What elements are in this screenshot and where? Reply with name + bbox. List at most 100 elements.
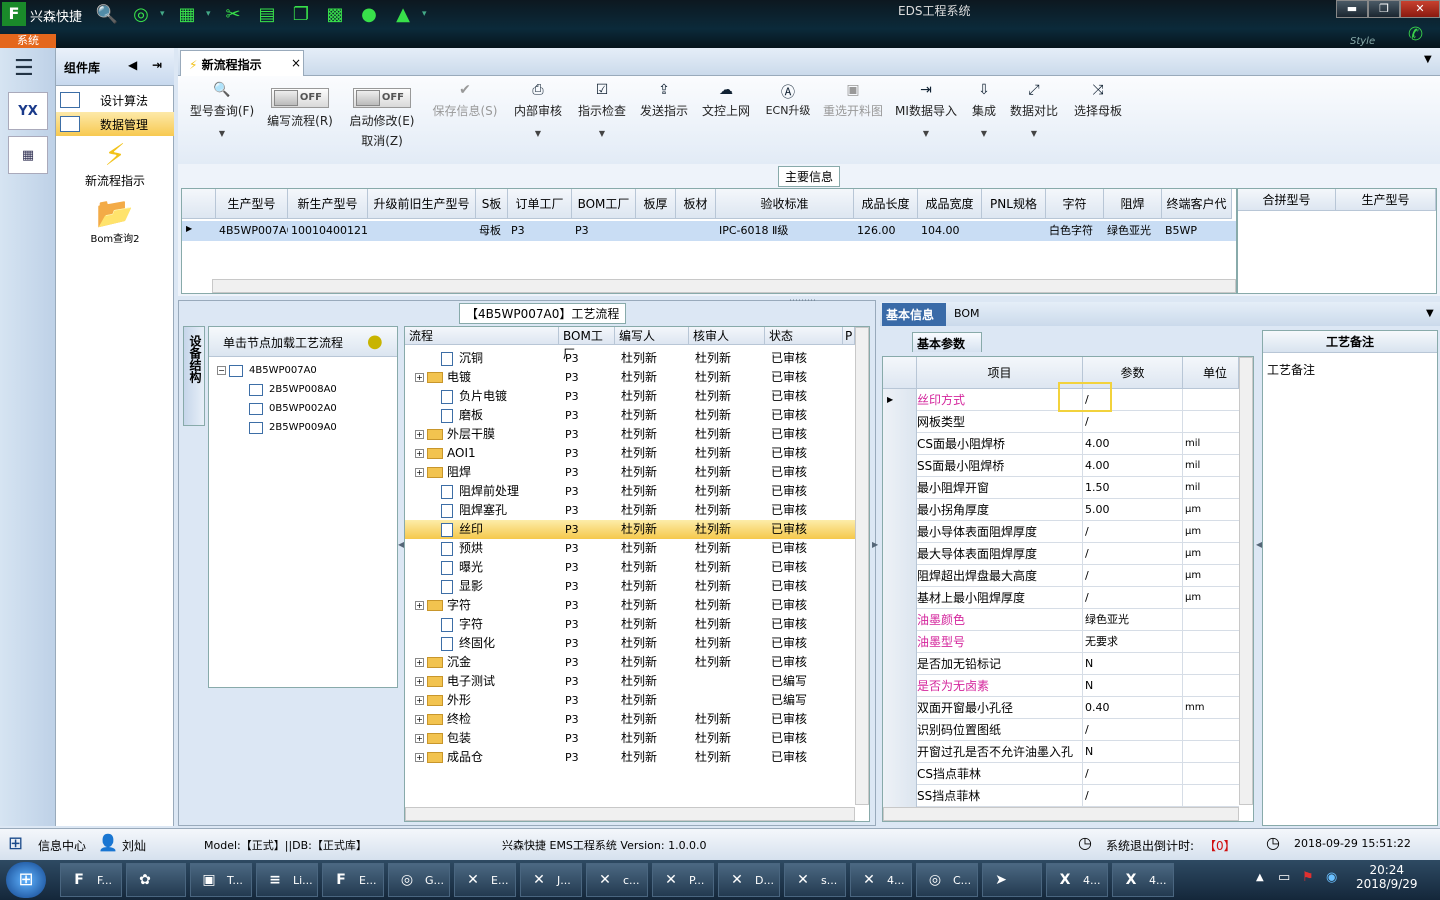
start-button[interactable]: ⊞ <box>6 862 46 898</box>
ecn-upgrade-button[interactable]: Ⓐ ECN升级 <box>760 82 816 118</box>
param-value[interactable]: 绿色亚光 <box>1083 609 1183 631</box>
column-header[interactable]: 阻焊 <box>1104 189 1162 219</box>
column-header[interactable]: 板材 <box>676 189 716 219</box>
table-row[interactable]: 终固化 P3 杜列新 杜列新 已审核 <box>405 634 855 653</box>
param-value[interactable]: 1.50 <box>1083 477 1183 499</box>
tree-node-child[interactable]: 2B5WP009A0 <box>249 418 337 437</box>
column-header[interactable]: 板厚 <box>636 189 676 219</box>
column-header[interactable]: 新生产型号 <box>288 189 368 219</box>
taskbar-item[interactable]: ◎ C... <box>916 863 978 897</box>
data-compare-button[interactable]: ⤢ 数据对比 ▼ <box>1008 82 1060 138</box>
table-cell[interactable] <box>636 221 676 241</box>
param-value[interactable]: / <box>1083 719 1183 741</box>
table-cell[interactable]: 4B5WP007A0 <box>216 221 288 241</box>
taskbar-item[interactable]: ✕ 4... <box>850 863 912 897</box>
expand-icon[interactable]: + <box>415 734 424 743</box>
speech-bubble-icon[interactable]: ● <box>367 331 383 352</box>
taskbar-item[interactable]: ✕ s... <box>784 863 846 897</box>
param-value[interactable]: N <box>1083 741 1183 763</box>
expand-icon[interactable]: + <box>415 753 424 762</box>
table-cell[interactable] <box>982 221 1046 241</box>
table-row[interactable]: 最小阻焊开窗 1.50 mil <box>883 477 1239 499</box>
yx-logo-icon[interactable]: YX <box>8 92 48 130</box>
table-row[interactable]: 基材上最小阻焊厚度 / μm <box>883 587 1239 609</box>
column-header[interactable]: 验收标准 <box>716 189 854 219</box>
scissors-icon[interactable]: ✂ <box>218 2 248 26</box>
system-menu-button[interactable]: 系统 <box>0 34 56 48</box>
param-value[interactable]: / <box>1083 587 1183 609</box>
tab-bom[interactable]: BOM <box>954 307 980 320</box>
table-cell[interactable]: P3 <box>508 221 572 241</box>
column-header[interactable]: 字符 <box>1046 189 1104 219</box>
toggle-switch[interactable]: OFF <box>353 88 411 108</box>
table-row[interactable]: 阻焊前处理 P3 杜列新 杜列新 已审核 <box>405 482 855 501</box>
table-row[interactable]: + 外层干膜 P3 杜列新 杜列新 已审核 <box>405 425 855 444</box>
table-row[interactable]: 最小拐角厚度 5.00 μm <box>883 499 1239 521</box>
param-value[interactable]: 无要求 <box>1083 631 1183 653</box>
pin-icon[interactable]: ⇥ <box>152 58 162 72</box>
column-header[interactable]: 编写人 <box>615 327 689 345</box>
copy-icon[interactable]: ❐ <box>286 2 316 26</box>
table-row[interactable]: 最小导体表面阻焊厚度 / μm <box>883 521 1239 543</box>
param-value[interactable]: / <box>1083 785 1183 807</box>
comp-item-data-management[interactable]: 数据管理 <box>56 112 174 136</box>
table-row[interactable]: 沉铜 P3 杜列新 杜列新 已审核 <box>405 349 855 368</box>
table-cell[interactable]: 母板 <box>476 221 508 241</box>
tree-node-root[interactable]: − 4B5WP007A0 <box>217 361 317 380</box>
windows-grid-icon[interactable]: ⊞ <box>8 833 23 854</box>
param-value[interactable]: / <box>1083 521 1183 543</box>
table-row[interactable]: + 字符 P3 杜列新 杜列新 已审核 <box>405 596 855 615</box>
column-header[interactable]: 状态 <box>765 327 843 345</box>
expand-icon[interactable]: + <box>415 449 424 458</box>
style-label[interactable]: Style <box>1350 36 1375 47</box>
combined-model-grid[interactable]: 合拼型号 生产型号 <box>1237 188 1437 294</box>
tree-node-child[interactable]: 0B5WP002A0 <box>249 399 337 418</box>
param-value[interactable]: 5.00 <box>1083 499 1183 521</box>
param-value[interactable]: / <box>1083 565 1183 587</box>
table-row[interactable]: 曝光 P3 杜列新 杜列新 已审核 <box>405 558 855 577</box>
table-cell[interactable]: 126.00 <box>854 221 918 241</box>
table-row[interactable]: 阻焊塞孔 P3 杜列新 杜列新 已审核 <box>405 501 855 520</box>
comp-item-design-algorithm[interactable]: 设计算法 <box>56 88 174 112</box>
table-cell[interactable] <box>368 221 476 241</box>
send-instruction-button[interactable]: ⇪ 发送指示 <box>636 82 692 119</box>
horizontal-scrollbar[interactable] <box>212 279 1236 293</box>
expand-icon[interactable]: + <box>415 601 424 610</box>
param-value[interactable]: 4.00 <box>1083 455 1183 477</box>
tab-new-flow[interactable]: ⚡ 新流程指示 × <box>180 50 304 76</box>
table-row[interactable]: 字符 P3 杜列新 杜列新 已审核 <box>405 615 855 634</box>
tab-close-icon[interactable]: × <box>291 56 301 70</box>
params-grid[interactable]: 项目 参数 单位 ▶ 丝印方式 / 网板类型 / CS面最小阻焊桥 4.00 mil SS面最小… <box>882 356 1254 822</box>
cancel-label[interactable]: 取消(Z) <box>344 132 420 149</box>
select-template-button[interactable]: ⤨ 选择母板 <box>1070 82 1126 119</box>
table-cell[interactable]: 白色字符 <box>1046 221 1104 241</box>
table-cell[interactable] <box>676 221 716 241</box>
param-value[interactable]: / <box>1083 411 1183 433</box>
table-row[interactable]: CS面最小阻焊桥 4.00 mil <box>883 433 1239 455</box>
table-row[interactable]: + 阻焊 P3 杜列新 杜列新 已审核 <box>405 463 855 482</box>
table-row[interactable]: 磨板 P3 杜列新 杜列新 已审核 <box>405 406 855 425</box>
taskbar-item[interactable]: F F... <box>60 863 122 897</box>
param-value[interactable]: 0.40 <box>1083 697 1183 719</box>
tab-basic-params[interactable]: 基本参数 <box>912 332 982 352</box>
vertical-scrollbar[interactable] <box>855 327 869 805</box>
tray-network-icon[interactable]: ▭ <box>1278 870 1290 885</box>
table-cell[interactable]: 绿色亚光 <box>1104 221 1162 241</box>
table-row[interactable]: + 沉金 P3 杜列新 杜列新 已审核 <box>405 653 855 672</box>
model-query-button[interactable]: 🔍 型号查询(F) ▼ <box>184 82 260 138</box>
close-button[interactable]: ✕ <box>1400 0 1440 18</box>
table-row[interactable]: 最大导体表面阻焊厚度 / μm <box>883 543 1239 565</box>
tray-app-icon[interactable]: ⚑ <box>1302 870 1314 885</box>
taskbar-item[interactable]: F E... <box>322 863 384 897</box>
doc-upload-button[interactable]: ☁ 文控上网 <box>698 82 754 119</box>
reselect-cutting-button[interactable]: ▣ 重选开料图 <box>820 82 886 119</box>
taskbar-item[interactable]: ✕ c... <box>586 863 648 897</box>
taskbar-item[interactable]: ➤ <box>982 863 1042 897</box>
phone-icon[interactable]: ✆ <box>1408 24 1423 45</box>
taskbar-item[interactable]: ✿ <box>126 863 186 897</box>
grid-icon[interactable]: ▩ <box>320 2 350 26</box>
arrow-left-icon[interactable]: ◀ <box>128 58 137 72</box>
splitter-handle[interactable]: ⋯⋯⋯ <box>789 296 816 306</box>
column-header[interactable]: 流程 <box>405 327 559 345</box>
mi-import-button[interactable]: ⇥ MI数据导入 ▼ <box>892 82 960 138</box>
